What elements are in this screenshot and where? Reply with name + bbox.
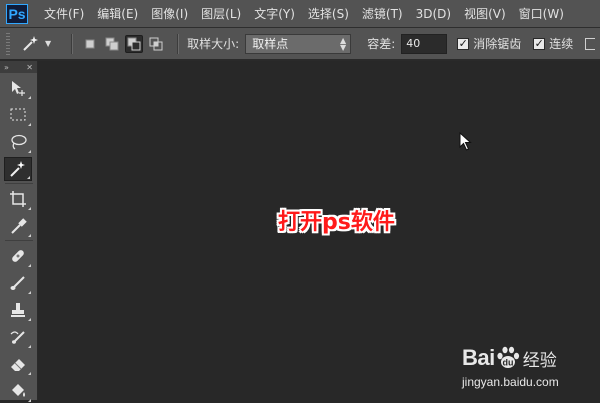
paint-bucket-icon <box>12 384 25 397</box>
expand-panel-icon[interactable]: » <box>4 63 9 72</box>
select-arrows-icon: ▲ ▼ <box>340 35 347 52</box>
menu-image[interactable]: 图像(I) <box>151 5 188 22</box>
lasso-tool[interactable] <box>4 130 32 154</box>
menu-select[interactable]: 选择(S) <box>308 5 349 22</box>
baidu-jingyan-watermark: Bai du 经验 jingyan.baidu.com <box>462 345 596 393</box>
sample-size-value: 取样点 <box>252 37 289 51</box>
divider <box>71 33 74 54</box>
check-icon: ✓ <box>458 36 468 50</box>
tutorial-caption: 打开ps软件 <box>278 210 395 235</box>
new-selection-button[interactable] <box>81 35 99 53</box>
menu-view[interactable]: 视图(V) <box>464 5 506 22</box>
contiguous-label: 连续 <box>549 37 574 51</box>
subtract-selection-icon <box>127 37 141 50</box>
tolerance-label: 容差: <box>367 37 396 51</box>
options-bar: ▼ 取样大小: 取样点 ▲ ▼ 容差: 40 ✓ 消除锯齿 ✓ 连续 <box>0 28 600 61</box>
sample-all-layers-checkbox[interactable] <box>585 37 596 50</box>
lasso-icon <box>11 134 27 150</box>
chevron-down-icon: ▼ <box>45 39 52 48</box>
contiguous-checkbox[interactable]: ✓ <box>533 36 546 50</box>
intersect-selection-icon <box>149 37 163 50</box>
move-icon <box>12 81 25 96</box>
mouse-cursor-icon <box>459 132 472 151</box>
watermark-url: jingyan.baidu.com <box>462 375 559 389</box>
rectangular-marquee-icon <box>10 108 26 121</box>
crop-icon <box>10 191 26 207</box>
magic-wand-icon <box>23 35 38 51</box>
check-icon: ✓ <box>534 36 544 50</box>
magic-wand-icon <box>10 161 25 177</box>
move-tool[interactable] <box>4 76 32 100</box>
intersect-selection-button[interactable] <box>147 35 165 53</box>
eraser-tool[interactable] <box>4 352 32 376</box>
add-selection-button[interactable] <box>103 35 121 53</box>
close-panel-icon[interactable]: ✕ <box>26 63 33 72</box>
menu-layer[interactable]: 图层(L) <box>201 5 241 22</box>
tools-panel-header[interactable]: » ✕ <box>0 61 37 73</box>
marquee-tool[interactable] <box>4 103 32 127</box>
history-brush-icon <box>10 331 25 344</box>
baidu-logo: Bai du 经验 <box>462 345 557 371</box>
menu-window[interactable]: 窗口(W) <box>519 5 564 22</box>
paint-bucket-tool[interactable] <box>4 379 32 403</box>
menu-bar: Ps 文件(F) 编辑(E) 图像(I) 图层(L) 文字(Y) 选择(S) 滤… <box>0 0 600 28</box>
photoshop-logo: Ps <box>6 3 28 24</box>
paw-icon: du <box>497 346 519 368</box>
history-brush-tool[interactable] <box>4 325 32 349</box>
sample-size-select[interactable]: 取样点 ▲ ▼ <box>245 33 352 54</box>
menu-3d[interactable]: 3D(D) <box>416 7 451 21</box>
menu-edit[interactable]: 编辑(E) <box>97 5 138 22</box>
divider <box>5 240 33 241</box>
magic-wand-tool[interactable] <box>4 157 32 181</box>
eraser-icon <box>11 359 25 371</box>
svg-text:du: du <box>502 358 513 368</box>
eyedropper-tool[interactable] <box>4 214 32 238</box>
stamp-icon <box>11 303 25 317</box>
anti-alias-label: 消除锯齿 <box>473 37 522 51</box>
tolerance-input[interactable]: 40 <box>401 33 448 54</box>
sample-size-label: 取样大小: <box>187 37 240 51</box>
brush-tool[interactable] <box>4 271 32 295</box>
crop-tool[interactable] <box>4 187 32 211</box>
tolerance-value: 40 <box>406 37 421 50</box>
options-bar-grip[interactable] <box>6 32 10 55</box>
menu-filter[interactable]: 滤镜(T) <box>362 5 403 22</box>
brush-icon <box>10 276 25 290</box>
tools-panel: » ✕ <box>0 61 38 403</box>
bandage-icon <box>12 250 24 262</box>
divider <box>5 183 33 184</box>
add-selection-icon <box>105 37 119 50</box>
healing-brush-tool[interactable] <box>4 244 32 268</box>
divider <box>177 33 180 54</box>
baidu-logo-text: Bai <box>462 345 495 370</box>
menu-file[interactable]: 文件(F) <box>44 5 84 22</box>
anti-alias-checkbox[interactable]: ✓ <box>457 36 470 50</box>
jingyan-text: 经验 <box>522 350 557 371</box>
clone-stamp-tool[interactable] <box>4 298 32 322</box>
tool-preset-picker[interactable]: ▼ <box>20 35 51 53</box>
subtract-selection-button[interactable] <box>125 34 144 53</box>
menu-type[interactable]: 文字(Y) <box>254 5 295 22</box>
new-selection-icon <box>85 39 95 48</box>
eyedropper-icon <box>11 218 27 234</box>
